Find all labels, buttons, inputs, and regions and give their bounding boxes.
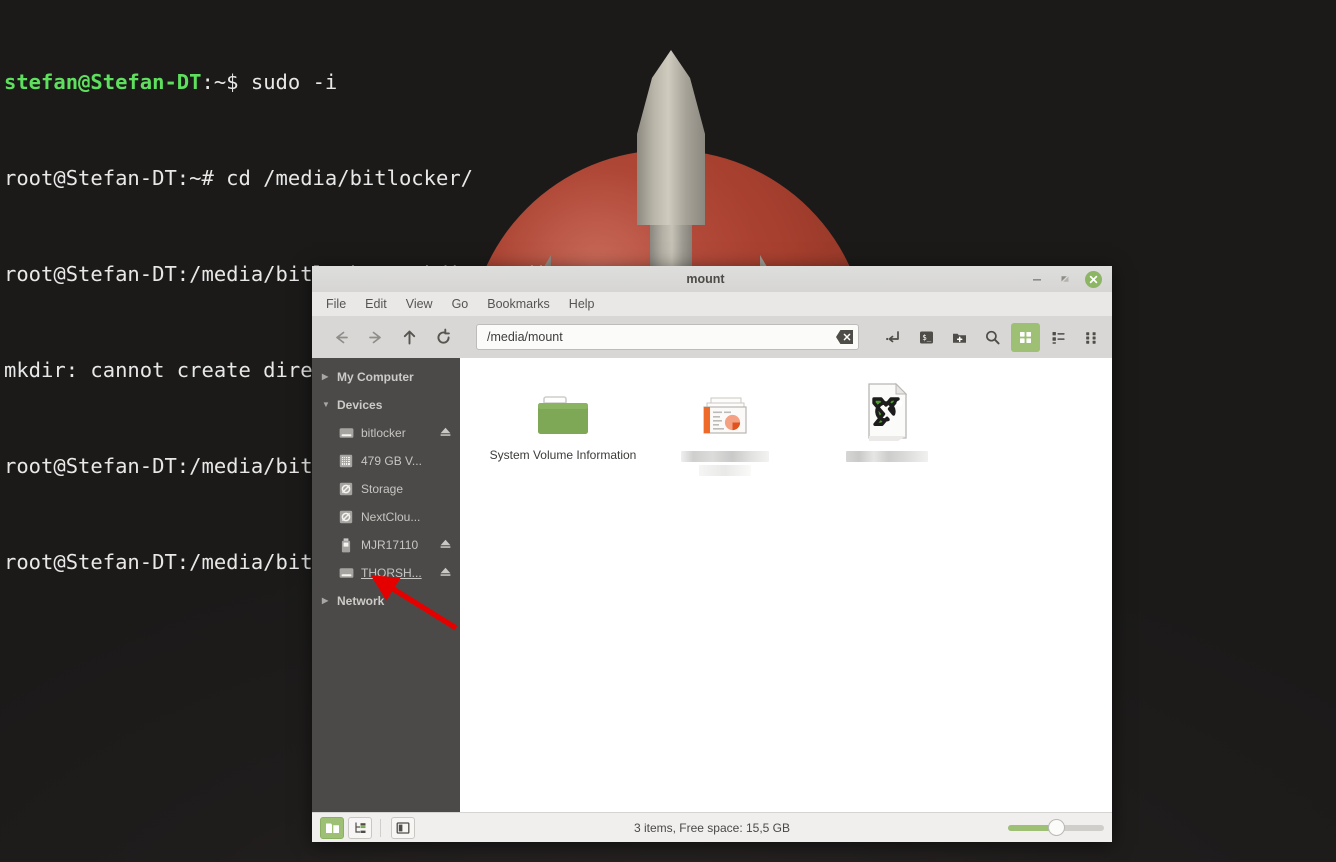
network-drive-icon — [338, 481, 354, 497]
statusbar-divider — [380, 819, 381, 837]
places-sidebar[interactable]: ▶ My Computer ▼ Devices bitlocker — [312, 358, 460, 812]
menu-go[interactable]: Go — [452, 297, 469, 311]
svg-text:$_: $_ — [922, 333, 932, 342]
status-text: 3 items, Free space: 15,5 GB — [312, 821, 1112, 835]
sidebar-group-label: My Computer — [337, 370, 414, 384]
reload-icon[interactable] — [428, 322, 458, 352]
window-body: ▶ My Computer ▼ Devices bitlocker — [312, 358, 1112, 812]
toolbar[interactable]: /media/mount $_ — [312, 316, 1112, 358]
file-item-label: System Volume Information — [490, 448, 637, 463]
menu-file[interactable]: File — [326, 297, 346, 311]
sidebar-group-devices[interactable]: ▼ Devices — [312, 391, 460, 419]
sidebar-item-479gb-volume[interactable]: 479 GB V... — [312, 447, 460, 475]
sidebar-item-bitlocker[interactable]: bitlocker — [312, 419, 460, 447]
clear-entry-icon[interactable] — [836, 330, 853, 344]
sidebar-item-label: MJR17110 — [361, 538, 439, 552]
eject-icon[interactable] — [439, 538, 452, 552]
menu-bookmarks[interactable]: Bookmarks — [487, 297, 550, 311]
usb-stick-icon — [338, 537, 354, 553]
sidebar-item-label: Storage — [361, 482, 452, 496]
minimize-icon[interactable] — [1029, 271, 1045, 287]
sidebar-item-label: bitlocker — [361, 426, 439, 440]
menu-view[interactable]: View — [406, 297, 433, 311]
eject-icon[interactable] — [439, 566, 452, 580]
search-icon[interactable] — [978, 323, 1007, 352]
file-manager-window[interactable]: mount File Edit View Go Bookmarks He — [312, 266, 1112, 842]
sidebar-toggle-icon[interactable] — [391, 817, 415, 839]
file-item-redacted-2[interactable] — [806, 376, 968, 476]
icon-view-icon[interactable] — [1011, 323, 1040, 352]
menubar[interactable]: File Edit View Go Bookmarks Help — [312, 292, 1112, 316]
file-item-system-volume-information[interactable]: System Volume Information — [482, 376, 644, 476]
new-folder-icon[interactable] — [945, 323, 974, 352]
sidebar-item-label: THORSH... — [361, 566, 439, 580]
terminal-line-text: :~$ sudo -i — [201, 70, 337, 94]
hard-drive-icon — [338, 425, 354, 441]
arrow-left-icon[interactable] — [326, 322, 356, 352]
chevron-down-icon[interactable]: ▼ — [322, 401, 332, 409]
chip-volume-icon — [338, 453, 354, 469]
window-controls — [1029, 271, 1112, 288]
path-entry[interactable]: /media/mount — [476, 324, 859, 350]
restore-icon[interactable] — [1057, 271, 1073, 287]
network-drive-icon — [338, 509, 354, 525]
icon-grid: System Volume Information — [460, 358, 1112, 476]
terminal-line: root@Stefan-DT:~# cd /media/bitlocker/ — [4, 162, 1336, 194]
sidebar-item-nextcloud[interactable]: NextClou... — [312, 503, 460, 531]
presentation-document-icon — [694, 380, 756, 442]
close-icon[interactable] — [1085, 271, 1102, 288]
redacted-label — [846, 451, 928, 462]
file-list-pane[interactable]: System Volume Information — [460, 358, 1112, 812]
slider-handle[interactable] — [1048, 819, 1065, 836]
arrow-right-icon[interactable] — [360, 322, 390, 352]
arrow-up-icon[interactable] — [394, 322, 424, 352]
sidebar-item-label: 479 GB V... — [361, 454, 452, 468]
key-x-document-icon — [859, 380, 915, 442]
window-title: mount — [312, 272, 1029, 286]
terminal-prompt-user: stefan@Stefan-DT — [4, 70, 201, 94]
statusbar[interactable]: 3 items, Free space: 15,5 GB — [312, 812, 1112, 842]
hard-drive-icon — [338, 565, 354, 581]
folder-pane-toggle-icon[interactable] — [320, 817, 344, 839]
sidebar-item-storage[interactable]: Storage — [312, 475, 460, 503]
sidebar-group-label: Network — [337, 594, 384, 608]
sidebar-item-label: NextClou... — [361, 510, 452, 524]
terminal-line-text: root@Stefan-DT:~# cd /media/bitlocker/ — [4, 166, 473, 190]
chevron-right-icon[interactable]: ▶ — [322, 597, 332, 605]
chevron-right-icon[interactable]: ▶ — [322, 373, 332, 381]
compact-view-icon[interactable] — [1044, 323, 1073, 352]
zoom-slider[interactable] — [1008, 818, 1104, 838]
sidebar-item-mjr17110[interactable]: MJR17110 — [312, 531, 460, 559]
window-titlebar[interactable]: mount — [312, 266, 1112, 292]
sidebar-group-label: Devices — [337, 398, 382, 412]
terminal-line: stefan@Stefan-DT:~$ sudo -i — [4, 66, 1336, 98]
sidebar-item-thorshammer[interactable]: THORSH... — [312, 559, 460, 587]
open-terminal-here-icon[interactable] — [879, 323, 908, 352]
menu-edit[interactable]: Edit — [365, 297, 387, 311]
sidebar-group-network[interactable]: ▶ Network — [312, 587, 460, 615]
detailed-list-view-icon[interactable] — [1077, 323, 1106, 352]
eject-icon[interactable] — [439, 426, 452, 440]
menu-help[interactable]: Help — [569, 297, 595, 311]
redacted-label — [681, 451, 769, 476]
file-item-redacted-1[interactable] — [644, 376, 806, 476]
tree-pane-toggle-icon[interactable] — [348, 817, 372, 839]
terminal-icon[interactable]: $_ — [912, 323, 941, 352]
path-value: /media/mount — [487, 330, 836, 344]
folder-icon — [534, 380, 592, 442]
sidebar-group-my-computer[interactable]: ▶ My Computer — [312, 363, 460, 391]
